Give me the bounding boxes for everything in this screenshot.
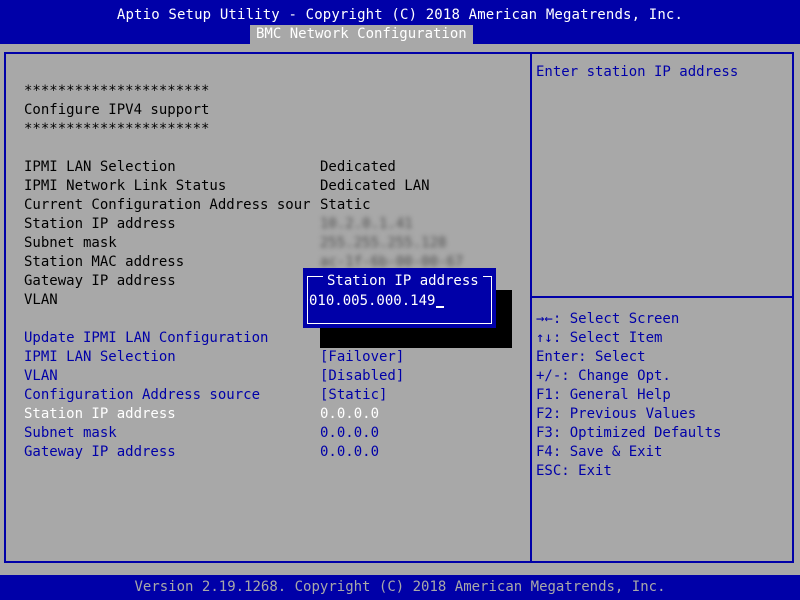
help-key-select-screen: →←: Select Screen — [536, 311, 680, 327]
setting-value-gateway-ip[interactable]: 0.0.0.0 — [320, 443, 379, 462]
info-value-subnet-mask: 255.255.255.128 — [320, 235, 447, 251]
panel-divider — [530, 52, 532, 563]
help-divider — [532, 296, 794, 298]
title-bar: Aptio Setup Utility - Copyright (C) 2018… — [0, 0, 800, 44]
info-value-lan-selection: Dedicated — [320, 159, 396, 175]
help-key-enter: Enter: Select — [536, 349, 646, 365]
help-key-change-opt: +/-: Change Opt. — [536, 368, 671, 384]
setting-value-lan-selection[interactable]: [Failover] — [320, 348, 404, 367]
info-value-address-source: Static — [320, 197, 371, 213]
setting-label-address-source[interactable]: Configuration Address source — [24, 386, 260, 405]
setting-label-gateway-ip[interactable]: Gateway IP address — [24, 443, 176, 462]
setting-label-lan-selection[interactable]: IPMI LAN Selection — [24, 348, 176, 367]
status-bar: Version 2.19.1268. Copyright (C) 2018 Am… — [0, 575, 800, 600]
setting-label-station-ip[interactable]: Station IP address — [24, 405, 176, 424]
text-cursor — [436, 306, 445, 308]
info-label-lan-selection: IPMI LAN Selection — [24, 159, 176, 175]
setting-value-subnet-mask[interactable]: 0.0.0.0 — [320, 424, 379, 443]
station-ip-dialog: Station IP address 010.005.000.149 — [303, 268, 496, 328]
help-key-f3: F3: Optimized Defaults — [536, 425, 722, 441]
setting-value-vlan[interactable]: [Disabled] — [320, 367, 404, 386]
station-ip-input[interactable]: 010.005.000.149 — [309, 292, 445, 311]
info-label-vlan: VLAN — [24, 292, 58, 308]
tab-bmc-network-configuration[interactable]: BMC Network Configuration — [250, 25, 473, 44]
version-footer: Version 2.19.1268. Copyright (C) 2018 Am… — [134, 579, 666, 595]
stars-top: ********************** — [24, 83, 210, 99]
info-label-mac-address: Station MAC address — [24, 254, 185, 270]
info-label-gateway-ip: Gateway IP address — [24, 273, 176, 289]
section-title: Configure IPV4 support — [24, 102, 210, 118]
utility-title: Aptio Setup Utility - Copyright (C) 2018… — [116, 7, 684, 23]
info-label-station-ip: Station IP address — [24, 216, 176, 232]
setting-value-station-ip[interactable]: 0.0.0.0 — [320, 405, 379, 424]
info-value-link-status: Dedicated LAN — [320, 178, 430, 194]
help-key-f2: F2: Previous Values — [536, 406, 697, 422]
help-key-f4: F4: Save & Exit — [536, 444, 663, 460]
help-key-esc: ESC: Exit — [536, 463, 612, 479]
dialog-title: Station IP address — [323, 272, 483, 291]
setting-value-address-source[interactable]: [Static] — [320, 386, 387, 405]
help-key-f1: F1: General Help — [536, 387, 671, 403]
help-description: Enter station IP address — [536, 64, 739, 80]
info-label-subnet-mask: Subnet mask — [24, 235, 117, 251]
stars-bottom: ********************** — [24, 121, 210, 137]
info-label-address-source: Current Configuration Address sour — [24, 197, 311, 213]
setting-label-subnet-mask[interactable]: Subnet mask — [24, 424, 117, 443]
update-ipmi-lan-configuration[interactable]: Update IPMI LAN Configuration — [24, 329, 268, 348]
setting-label-vlan[interactable]: VLAN — [24, 367, 58, 386]
info-value-station-ip: 10.2.0.1.41 — [320, 216, 413, 232]
help-key-select-item: ↑↓: Select Item — [536, 330, 663, 346]
info-label-link-status: IPMI Network Link Status — [24, 178, 227, 194]
station-ip-input-value: 010.005.000.149 — [309, 293, 436, 309]
